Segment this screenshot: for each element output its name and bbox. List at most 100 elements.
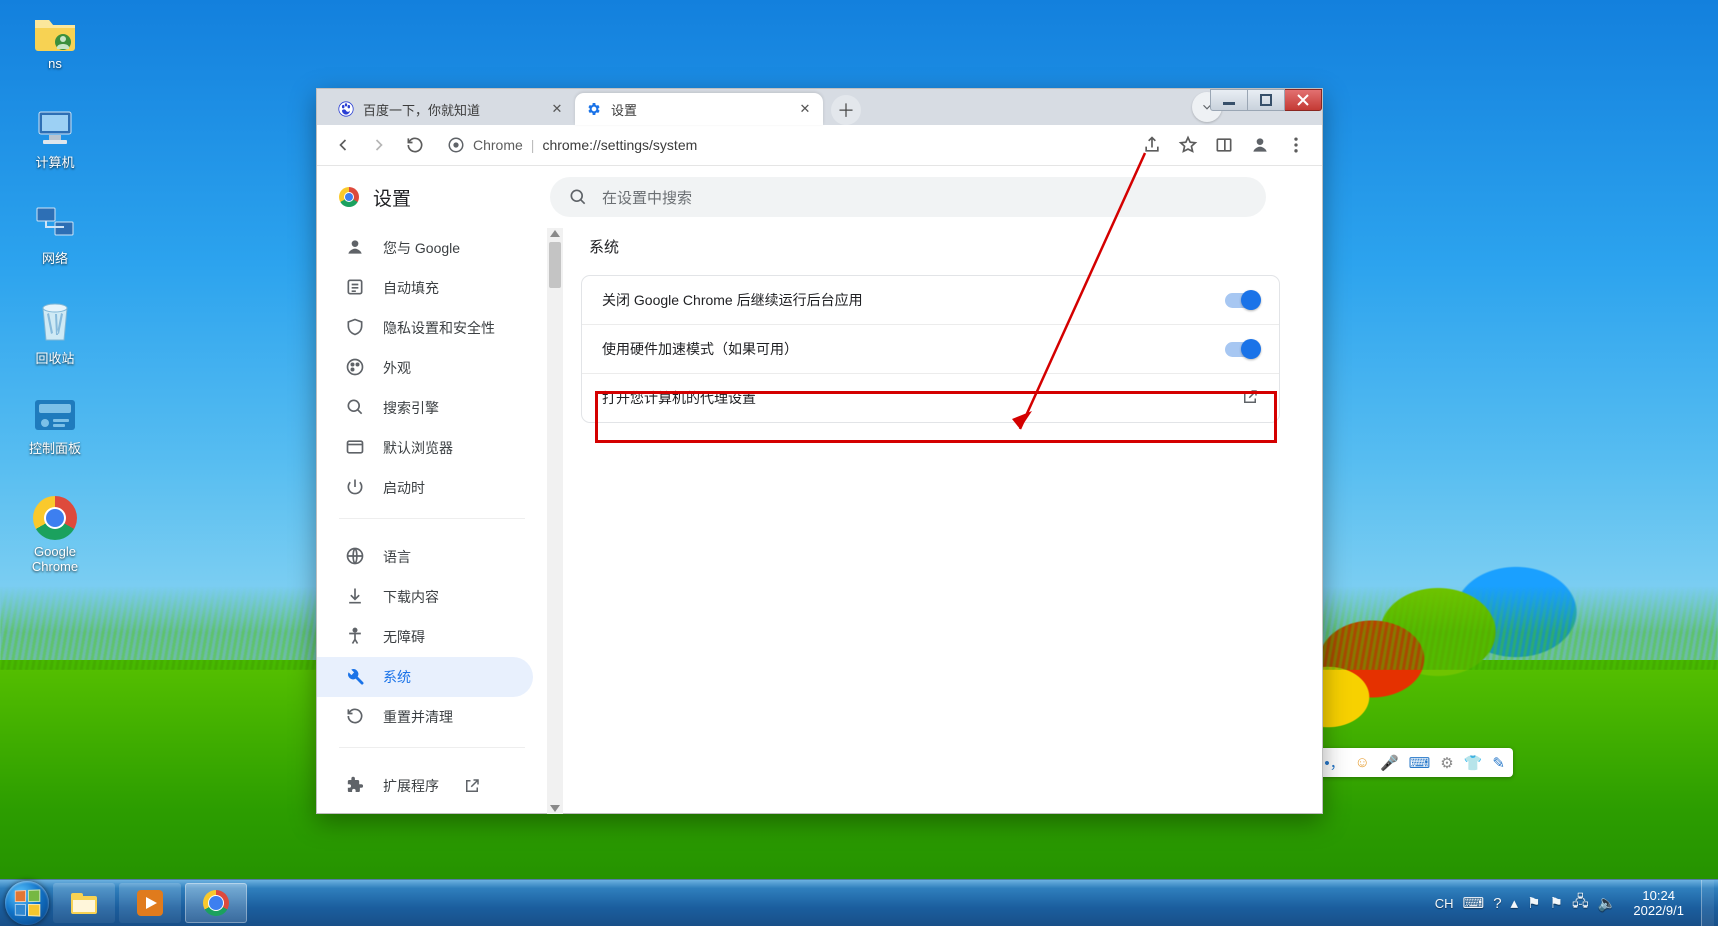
sidebar-scrollbar[interactable] — [547, 228, 563, 814]
reload-icon — [405, 135, 425, 155]
system-settings-card: 关闭 Google Chrome 后继续运行后台应用 使用硬件加速模式（如果可用… — [581, 275, 1280, 423]
toggle-switch[interactable] — [1225, 342, 1259, 357]
setting-label: 打开您计算机的代理设置 — [602, 388, 756, 408]
sidepanel-button[interactable] — [1208, 129, 1240, 161]
window-close-button[interactable] — [1285, 89, 1322, 111]
tray-overflow-icon[interactable]: ▴ — [1511, 894, 1519, 912]
sidebar-item-label: 外观 — [383, 358, 411, 378]
sidebar-item-label: 系统 — [383, 667, 411, 687]
ime-skin-icon[interactable]: 👕 — [1464, 754, 1483, 772]
window-minimize-button[interactable] — [1210, 89, 1248, 111]
ime-more-icon[interactable]: ⚙ — [1440, 754, 1453, 772]
bookmark-button[interactable] — [1172, 129, 1204, 161]
chrome-scheme-icon — [447, 136, 465, 154]
omnibox-separator: | — [531, 137, 535, 153]
sidebar-item-label: 无障碍 — [383, 627, 425, 647]
settings-page: 设置 在设置中搜索 您与 Google自动填充隐私设置和安全性外观搜索引擎默认浏… — [317, 166, 1322, 814]
tray-ime-icon[interactable]: ⌨ — [1463, 894, 1485, 912]
share-icon — [1142, 135, 1162, 155]
sidebar-item-globe[interactable]: 语言 — [317, 537, 547, 577]
setting-label: 使用硬件加速模式（如果可用） — [602, 339, 798, 359]
sidebar-item-label: 启动时 — [383, 478, 425, 498]
sidebar-item-browser[interactable]: 默认浏览器 — [317, 428, 547, 468]
clock-date: 2022/9/1 — [1633, 903, 1684, 918]
ime-voice-icon[interactable]: 🎤 — [1380, 754, 1399, 772]
download-icon — [345, 586, 365, 609]
sidebar-item-search[interactable]: 搜索引擎 — [317, 388, 547, 428]
ime-emoji-icon[interactable]: ☺ — [1355, 754, 1370, 771]
forward-button[interactable] — [363, 129, 395, 161]
desktop-icon-control-panel[interactable]: 控制面板 — [10, 398, 100, 457]
tray-help-icon[interactable]: ? — [1493, 895, 1501, 912]
profile-button[interactable] — [1244, 129, 1276, 161]
sidebar-divider — [339, 518, 525, 537]
ime-tool-icon[interactable]: ✎ — [1492, 754, 1505, 772]
new-tab-button[interactable]: ＋ — [831, 95, 861, 125]
toggle-switch[interactable] — [1225, 293, 1259, 308]
setting-row-proxy[interactable]: 打开您计算机的代理设置 — [582, 373, 1279, 422]
arrow-right-icon — [369, 135, 389, 155]
start-button[interactable] — [5, 881, 49, 925]
taskbar-pin-media-player[interactable] — [119, 883, 181, 923]
back-button[interactable] — [327, 129, 359, 161]
window-titlebar: 百度一下，你就知道 ✕ 设置 ✕ ＋ — [317, 89, 1322, 125]
tab-title: 设置 — [611, 100, 637, 119]
tab-settings[interactable]: 设置 ✕ — [575, 93, 823, 125]
sidebar-item-person[interactable]: 您与 Google — [317, 228, 547, 268]
scrollbar-thumb[interactable] — [549, 242, 561, 288]
sidebar-item-download[interactable]: 下载内容 — [317, 577, 547, 617]
sidebar-item-appearance[interactable]: 外观 — [317, 348, 547, 388]
tab-baidu[interactable]: 百度一下，你就知道 ✕ — [327, 93, 575, 125]
reset-icon — [345, 706, 365, 729]
share-button[interactable] — [1136, 129, 1168, 161]
baidu-favicon — [337, 100, 355, 118]
desktop-icon-network[interactable]: 网络 — [10, 204, 100, 267]
sidebar-item-label: 语言 — [383, 547, 411, 567]
tab-close-button[interactable]: ✕ — [797, 101, 813, 117]
settings-sidebar: 您与 Google自动填充隐私设置和安全性外观搜索引擎默认浏览器启动时语言下载内… — [317, 228, 547, 814]
taskbar-app-chrome[interactable] — [185, 883, 247, 923]
chrome-window: 百度一下，你就知道 ✕ 设置 ✕ ＋ — [316, 88, 1323, 814]
sidebar-item-label: 搜索引擎 — [383, 398, 439, 418]
privacy-icon — [345, 317, 365, 340]
desktop-icon-ns[interactable]: ns — [10, 12, 100, 71]
tray-language-indicator[interactable]: CH — [1435, 896, 1454, 911]
setting-row-background-apps[interactable]: 关闭 Google Chrome 后继续运行后台应用 — [582, 276, 1279, 324]
tray-network-icon[interactable]: 🖧 — [1572, 891, 1589, 916]
setting-label: 关闭 Google Chrome 后继续运行后台应用 — [602, 290, 863, 310]
reload-button[interactable] — [399, 129, 431, 161]
setting-row-hardware-accel[interactable]: 使用硬件加速模式（如果可用） — [582, 324, 1279, 373]
sidebar-item-privacy[interactable]: 隐私设置和安全性 — [317, 308, 547, 348]
desktop-icon-label: 回收站 — [35, 351, 74, 366]
window-maximize-button[interactable] — [1248, 89, 1285, 111]
sidebar-item-ext[interactable]: 扩展程序 — [317, 766, 547, 806]
ime-punct-icon[interactable]: •， — [1324, 752, 1344, 773]
desktop: ns 计算机 网络 回收站 控制面板 Google Chrome 中 •， ☺ … — [0, 0, 1718, 926]
settings-search[interactable]: 在设置中搜索 — [550, 177, 1266, 217]
arrow-left-icon — [333, 135, 353, 155]
desktop-icon-computer[interactable]: 计算机 — [10, 108, 100, 171]
tab-close-button[interactable]: ✕ — [549, 101, 565, 117]
sidebar-item-a11y[interactable]: 无障碍 — [317, 617, 547, 657]
tray-security-icon[interactable]: ⚑ — [1550, 894, 1563, 912]
sidebar-item-reset[interactable]: 重置并清理 — [317, 697, 547, 737]
sidebar-item-wrench[interactable]: 系统 — [317, 657, 533, 697]
a11y-icon — [345, 626, 365, 649]
sidebar-item-chrome[interactable]: 关于 Chrome — [317, 806, 547, 814]
desktop-icon-recycle-bin[interactable]: 回收站 — [10, 300, 100, 367]
tray-volume-icon[interactable]: 🔈 — [1598, 894, 1617, 912]
kebab-icon — [1286, 135, 1306, 155]
taskbar-clock[interactable]: 10:24 2022/9/1 — [1625, 888, 1692, 918]
taskbar-pin-explorer[interactable] — [53, 883, 115, 923]
sidebar-item-autofill[interactable]: 自动填充 — [317, 268, 547, 308]
sidebar-divider — [339, 747, 525, 766]
ime-keyboard-icon[interactable]: ⌨ — [1409, 754, 1431, 772]
panel-icon — [1214, 135, 1234, 155]
show-desktop-button[interactable] — [1701, 880, 1714, 926]
desktop-icon-chrome[interactable]: Google Chrome — [10, 496, 100, 574]
menu-button[interactable] — [1280, 129, 1312, 161]
window-controls — [1210, 89, 1322, 111]
sidebar-item-power[interactable]: 启动时 — [317, 468, 547, 508]
omnibox[interactable]: Chrome | chrome://settings/system — [447, 136, 697, 154]
tray-flag-icon[interactable]: ⚑ — [1527, 894, 1540, 912]
